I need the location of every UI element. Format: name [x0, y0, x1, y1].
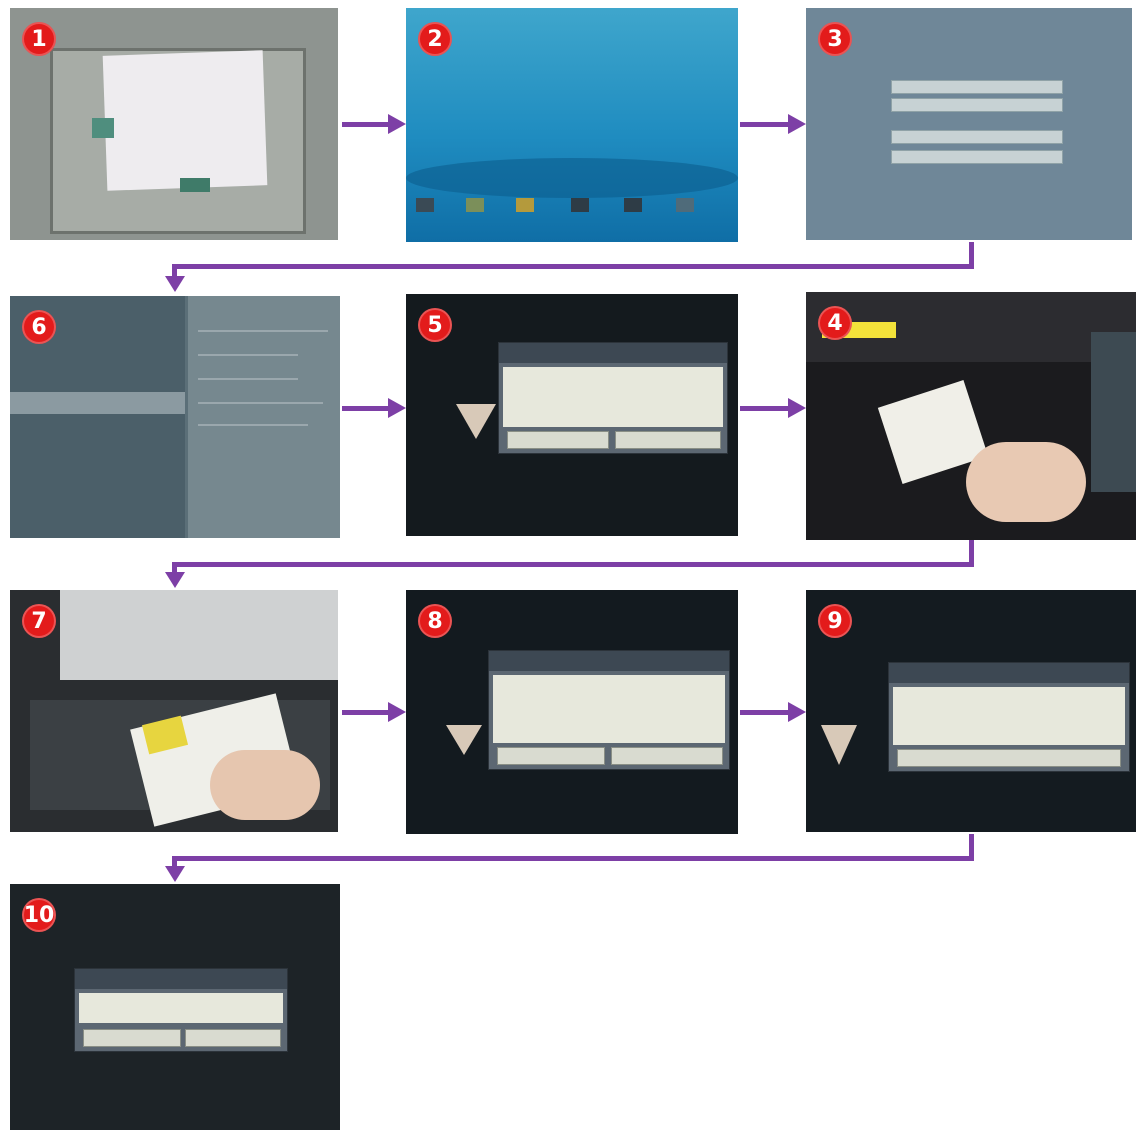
password-field [891, 130, 1063, 144]
menu-item [198, 378, 298, 380]
arrow-right [342, 398, 406, 418]
step-3-photo: 3 [806, 8, 1132, 240]
app-icon [466, 198, 484, 212]
paper-stack [102, 50, 268, 191]
password-field-row [891, 150, 1063, 164]
cancel-button [497, 747, 605, 765]
step-badge: 6 [22, 310, 56, 344]
step-7-photo: 7 [10, 590, 338, 832]
scanner-lid [60, 590, 338, 680]
step-badge: 2 [418, 22, 452, 56]
dialog-title [499, 343, 727, 363]
step-5-photo: 5 [406, 294, 738, 536]
id-field [891, 80, 1063, 94]
menu-item [198, 330, 328, 332]
screen-wave [406, 158, 738, 198]
app-icon [416, 198, 434, 212]
dialog-body [893, 687, 1125, 745]
id-field-row [891, 98, 1063, 112]
menu-item [198, 354, 298, 356]
app-icon [571, 198, 589, 212]
cancel-button [507, 431, 609, 449]
ok-button [185, 1029, 281, 1047]
connector [172, 856, 974, 861]
dialog-title [75, 969, 287, 989]
arrow-right [740, 702, 806, 722]
selected-row [10, 392, 185, 414]
dialog [888, 662, 1130, 772]
menu-item [198, 424, 308, 426]
arrow-right [740, 114, 806, 134]
dialog-title [489, 651, 729, 671]
arrow-right [342, 702, 406, 722]
display-panel [1091, 332, 1136, 492]
app-icon [516, 198, 534, 212]
step-2-photo: 2 [406, 8, 738, 242]
arrow-down [165, 866, 185, 882]
tray-guide [180, 178, 210, 192]
app-icon [676, 198, 694, 212]
cancel-button [83, 1029, 181, 1047]
connector [172, 562, 974, 567]
reflection [456, 404, 496, 439]
dialog [74, 968, 288, 1052]
dialog [498, 342, 728, 454]
app-icon [624, 198, 642, 212]
hand [966, 442, 1086, 522]
connector [172, 264, 974, 269]
arrow-right [740, 398, 806, 418]
step-badge: 10 [22, 898, 56, 932]
reflection [446, 725, 482, 755]
step-9-photo: 9 [806, 590, 1136, 832]
dialog-body [79, 993, 283, 1023]
dialog [488, 650, 730, 770]
arrow-down [165, 276, 185, 292]
dialog-body [493, 675, 725, 743]
step-10-photo: 10 [10, 884, 340, 1130]
hand [210, 750, 320, 820]
step-badge: 8 [418, 604, 452, 638]
arrow-right [342, 114, 406, 134]
step-badge: 3 [818, 22, 852, 56]
ok-button [611, 747, 723, 765]
step-4-photo: 4 [806, 292, 1136, 540]
step-6-photo: 6 [10, 296, 340, 538]
tray-guide [92, 118, 114, 138]
menu-right [188, 296, 340, 538]
step-badge: 9 [818, 604, 852, 638]
ok-button [615, 431, 721, 449]
step-badge: 4 [818, 306, 852, 340]
dialog-title [889, 663, 1129, 683]
ok-button [897, 749, 1121, 767]
step-badge: 1 [22, 22, 56, 56]
reflection [821, 725, 857, 765]
menu-item [198, 402, 323, 404]
step-1-photo: 1 [10, 8, 338, 240]
step-8-photo: 8 [406, 590, 738, 834]
step-badge: 7 [22, 604, 56, 638]
step-badge: 5 [418, 308, 452, 342]
dialog-body [503, 367, 723, 427]
arrow-down [165, 572, 185, 588]
